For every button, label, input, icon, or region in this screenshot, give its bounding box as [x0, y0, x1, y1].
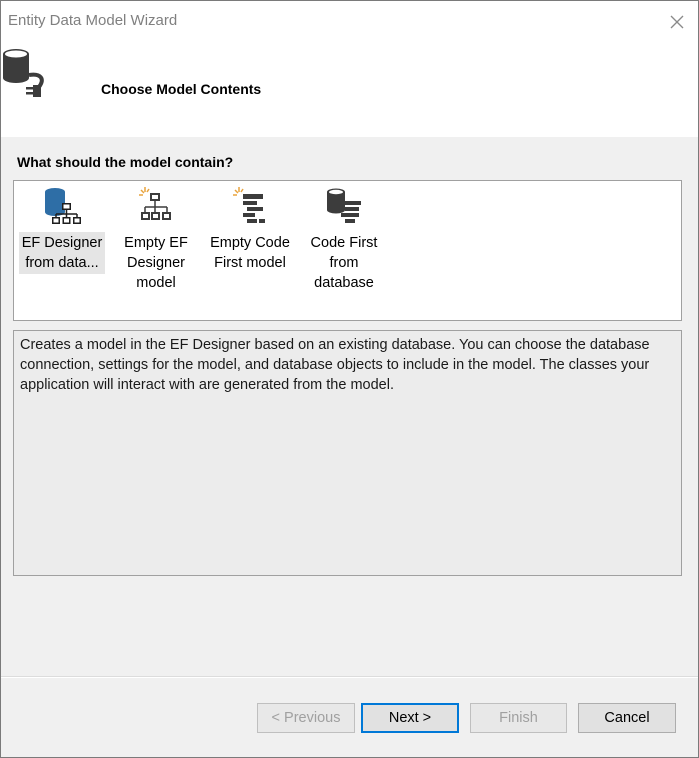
- wizard-window: Entity Data Model Wizard Choose Model Co…: [0, 0, 699, 758]
- wizard-header: Choose Model Contents: [1, 41, 698, 137]
- previous-button[interactable]: < Previous: [257, 703, 355, 733]
- footer-separator: [1, 676, 698, 678]
- empty-code-first-icon: [233, 187, 265, 223]
- choice-empty-code-first-model[interactable]: Empty Code First model: [207, 185, 293, 274]
- choice-empty-ef-designer-model[interactable]: Empty EF Designer model: [113, 185, 199, 294]
- empty-ef-designer-icon: [139, 187, 171, 220]
- choice-ef-designer-from-database[interactable]: EF Designer from data...: [19, 185, 105, 274]
- next-button[interactable]: Next >: [361, 703, 459, 733]
- description-text: Creates a model in the EF Designer based…: [20, 337, 650, 393]
- choice-label: Code First from database: [310, 235, 378, 291]
- choice-label: Empty Code First model: [210, 235, 290, 271]
- choice-label: Empty EF Designer model: [124, 235, 188, 291]
- choice-label: EF Designer from data...: [19, 232, 105, 274]
- model-contents-list[interactable]: EF Designer from data... Empty EF Design…: [13, 180, 682, 321]
- close-button[interactable]: [664, 9, 690, 35]
- cancel-button[interactable]: Cancel: [578, 703, 676, 733]
- page-title: Choose Model Contents: [101, 81, 262, 97]
- choice-code-first-from-database[interactable]: Code First from database: [301, 185, 387, 294]
- title-bar: Entity Data Model Wizard: [1, 1, 698, 41]
- finish-button[interactable]: Finish: [470, 703, 567, 733]
- description-panel: Creates a model in the EF Designer based…: [13, 330, 682, 576]
- question-label: What should the model contain?: [17, 154, 234, 170]
- code-first-database-icon: [327, 188, 361, 223]
- window-title: Entity Data Model Wizard: [8, 12, 178, 29]
- close-icon: [670, 15, 684, 29]
- ef-designer-database-icon: [45, 188, 81, 224]
- database-connection-icon: [3, 49, 44, 97]
